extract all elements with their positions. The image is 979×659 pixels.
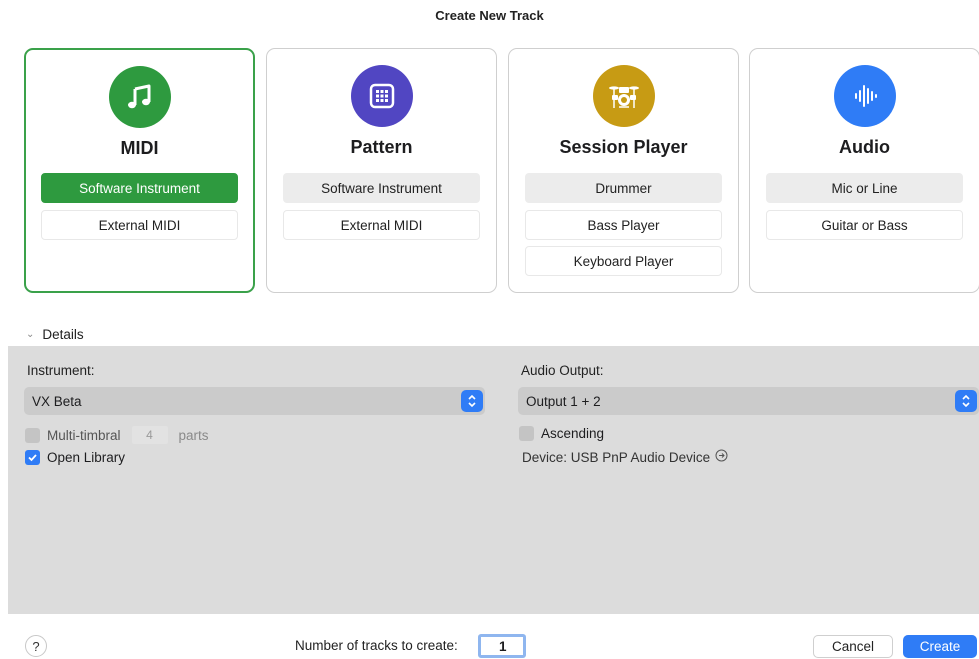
- card-audio[interactable]: Audio Mic or Line Guitar or Bass: [749, 48, 979, 293]
- arrow-circle-right-icon[interactable]: [715, 449, 728, 465]
- option-software-instrument[interactable]: Software Instrument: [41, 173, 238, 203]
- track-count-input[interactable]: 1: [478, 634, 526, 658]
- checkbox-unchecked-icon[interactable]: [25, 427, 40, 443]
- dialog-title: Create New Track: [435, 8, 544, 23]
- audio-output-label: Audio Output:: [521, 363, 604, 378]
- track-count-label: Number of tracks to create:: [295, 638, 458, 653]
- details-label: Details: [42, 327, 84, 342]
- parts-field[interactable]: 4: [131, 426, 168, 444]
- device-label: Device: USB PnP Audio Device: [522, 449, 711, 465]
- audio-output-select[interactable]: Output 1 + 2: [518, 387, 979, 415]
- option-mic-or-line[interactable]: Mic or Line: [766, 173, 963, 203]
- option-external-midi[interactable]: External MIDI: [283, 210, 480, 240]
- card-midi[interactable]: MIDI Software Instrument External MIDI: [24, 48, 255, 293]
- instrument-value: VX Beta: [32, 393, 82, 409]
- instrument-label: Instrument:: [27, 363, 95, 378]
- card-title: Audio: [839, 137, 890, 157]
- chevron-down-icon: ⌄: [26, 329, 35, 340]
- cancel-button[interactable]: Cancel: [813, 635, 893, 658]
- music-note-icon: [108, 66, 171, 128]
- open-library-checkbox[interactable]: Open Library: [25, 450, 125, 465]
- option-drummer[interactable]: Drummer: [525, 173, 722, 203]
- option-bass-player[interactable]: Bass Player: [525, 210, 722, 240]
- multitimbral-checkbox[interactable]: Multi-timbral 4 parts: [25, 426, 209, 444]
- option-external-midi[interactable]: External MIDI: [41, 210, 238, 240]
- details-panel: Instrument: VX Beta Multi-timbral 4 part…: [8, 346, 979, 614]
- open-library-label: Open Library: [47, 450, 126, 465]
- card-title: Pattern: [350, 137, 413, 157]
- card-title: Session Player: [559, 137, 688, 157]
- create-button[interactable]: Create: [903, 635, 977, 658]
- ascending-label: Ascending: [541, 426, 605, 441]
- ascending-checkbox[interactable]: Ascending: [519, 426, 604, 441]
- help-button[interactable]: ?: [25, 635, 47, 657]
- option-keyboard-player[interactable]: Keyboard Player: [525, 246, 722, 276]
- card-session-player[interactable]: Session Player Drummer Bass Player Keybo…: [508, 48, 739, 293]
- parts-label: parts: [178, 427, 209, 443]
- details-disclosure[interactable]: ⌄ Details: [26, 327, 84, 342]
- checkmark-icon[interactable]: [25, 450, 40, 465]
- device-info: Device: USB PnP Audio Device: [522, 449, 728, 465]
- grid-keypad-icon: [350, 65, 413, 127]
- drum-kit-icon: [592, 65, 655, 127]
- card-pattern[interactable]: Pattern Software Instrument External MID…: [266, 48, 497, 293]
- up-down-chevron-icon[interactable]: [955, 390, 977, 412]
- track-type-cards: MIDI Software Instrument External MIDI P…: [24, 48, 979, 294]
- option-guitar-or-bass[interactable]: Guitar or Bass: [766, 210, 963, 240]
- waveform-icon: [833, 65, 896, 127]
- instrument-select[interactable]: VX Beta: [24, 387, 485, 415]
- option-software-instrument[interactable]: Software Instrument: [283, 173, 480, 203]
- card-title: MIDI: [120, 138, 159, 158]
- multitimbral-label: Multi-timbral: [47, 427, 121, 443]
- checkbox-unchecked-icon[interactable]: [519, 426, 534, 441]
- audio-output-value: Output 1 + 2: [526, 393, 601, 409]
- up-down-chevron-icon[interactable]: [461, 390, 483, 412]
